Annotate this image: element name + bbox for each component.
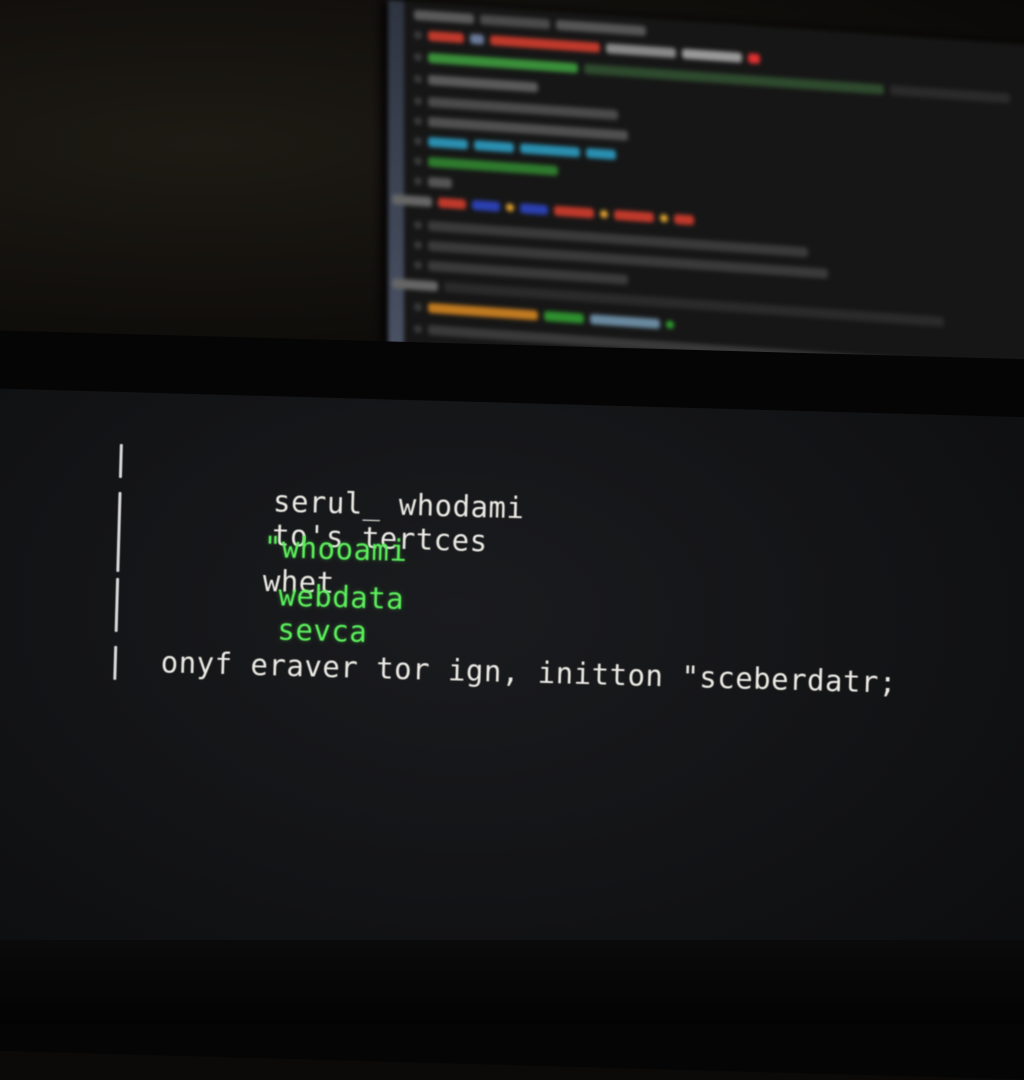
code-line — [414, 136, 616, 160]
terminal-line-3-keyword: webdata — [277, 578, 405, 616]
code-line — [414, 176, 452, 189]
code-line — [414, 116, 628, 141]
terminal-margin-bar — [116, 491, 122, 572]
code-line — [414, 156, 558, 176]
terminal-margin-bar — [113, 645, 118, 680]
code-line — [414, 74, 538, 93]
terminal-margin-bar — [114, 577, 120, 632]
code-line — [414, 96, 618, 121]
terminal-line-3-value: sevca — [277, 612, 368, 649]
terminal-line-4: onyf eraver tor ign, initton "sceberdatr… — [160, 645, 898, 700]
editor-gutter — [388, 0, 404, 374]
code-line — [414, 260, 628, 285]
terminal-margin-bar — [118, 443, 123, 479]
desk-shadow — [0, 940, 1024, 1024]
terminal-screen: serul_ whodami to's tertces "whooami whe… — [0, 387, 1024, 1018]
